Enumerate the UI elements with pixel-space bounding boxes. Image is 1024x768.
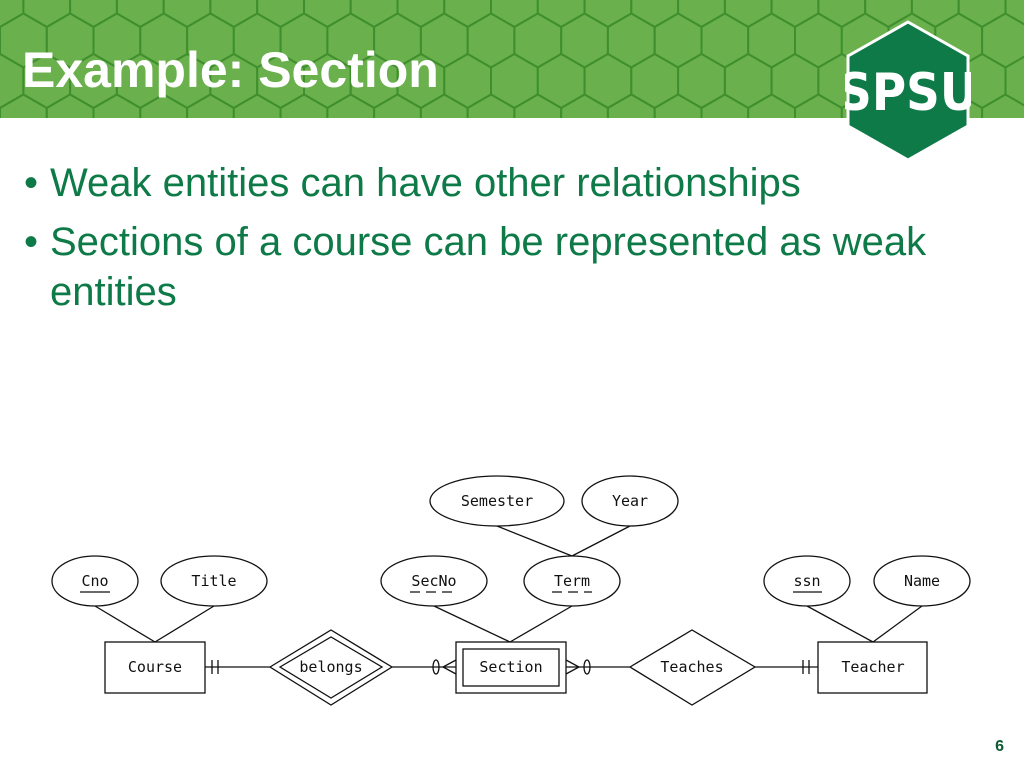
page-number: 6 [995, 738, 1004, 755]
attribute-year-label: Year [612, 492, 648, 510]
bullet-dot-icon: • [24, 220, 39, 264]
entity-section-label: Section [479, 658, 542, 676]
bullet-item: • Sections of a course can be represented… [24, 217, 984, 317]
attribute-term-label: Term [554, 572, 590, 590]
relationship-belongs-label: belongs [299, 658, 362, 676]
attribute-secno-label: SecNo [411, 572, 456, 590]
connector-line [509, 605, 573, 643]
attribute-semester-label: Semester [461, 492, 533, 510]
attribute-name-label: Name [904, 572, 940, 590]
attribute-title-label: Title [191, 572, 236, 590]
relationship-teaches-label: Teaches [660, 658, 723, 676]
entity-teacher-label: Teacher [841, 658, 904, 676]
bullet-text: Sections of a course can be represented … [50, 220, 927, 314]
bullet-item: • Weak entities can have other relationsh… [24, 158, 984, 208]
connector-line [806, 605, 874, 643]
entity-course-label: Course [128, 658, 182, 676]
bullet-list: • Weak entities can have other relationsh… [24, 158, 984, 326]
attribute-cno-label: Cno [81, 572, 108, 590]
connector-line [433, 605, 511, 643]
attribute-ssn-label: ssn [793, 572, 820, 590]
bullet-text: Weak entities can have other relationshi… [50, 161, 801, 205]
connector-line [496, 525, 573, 557]
connector-line [154, 605, 215, 643]
slide-title: Example: Section [22, 42, 439, 98]
connector-line [872, 605, 923, 643]
er-diagram: Course Section Teacher belongs Teaches C… [51, 475, 971, 706]
bullet-dot-icon: • [24, 161, 39, 205]
spsu-logo: SPSU [845, 20, 971, 162]
connector-line [571, 525, 631, 557]
logo-text: SPSU [845, 63, 971, 123]
connector-line [94, 605, 156, 643]
